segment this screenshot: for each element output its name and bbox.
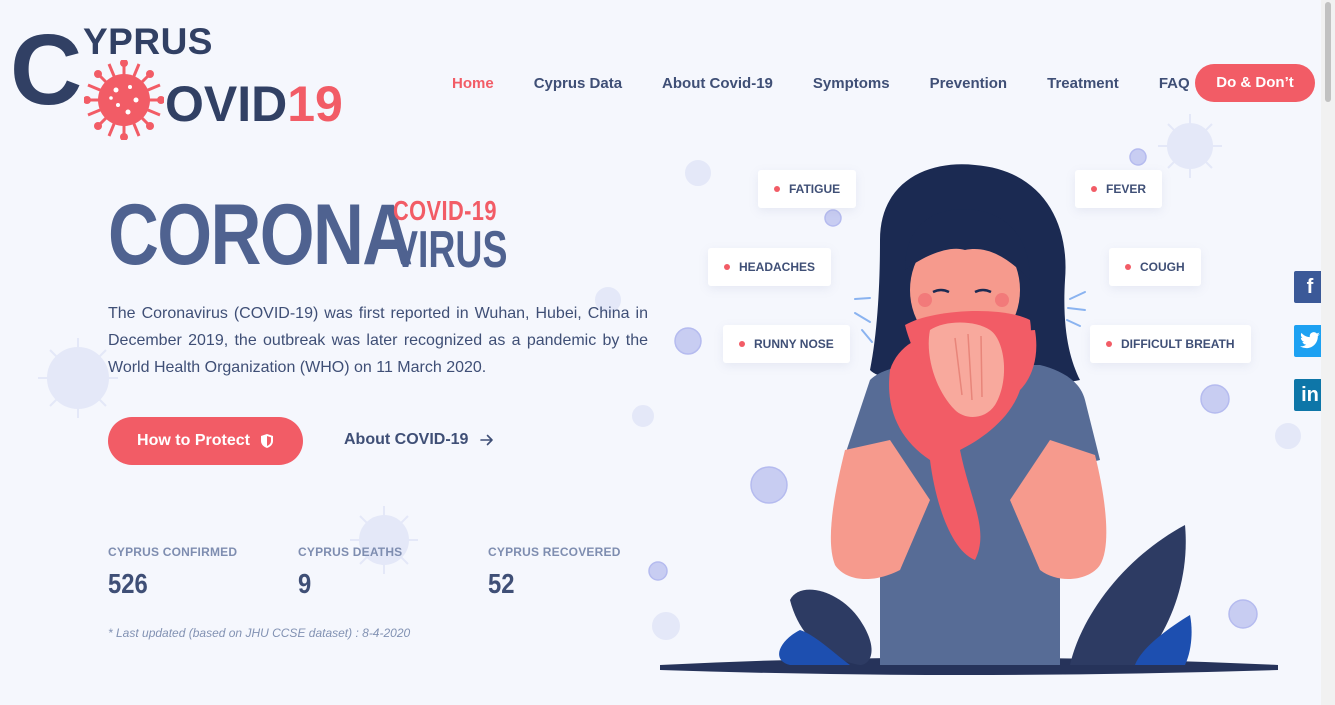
symptom-label: DIFFICULT BREATH [1121, 337, 1235, 351]
last-updated-note: * Last updated (based on JHU CCSE datase… [108, 626, 411, 640]
bullet-dot-icon [724, 264, 730, 270]
logo-word-cyprus: YPRUS [83, 21, 213, 62]
bullet-dot-icon [774, 186, 780, 192]
nav-treatment[interactable]: Treatment [1047, 64, 1119, 104]
how-to-protect-button[interactable]: How to Protect [108, 417, 303, 465]
hero-title-virus: VIRUS [393, 221, 508, 279]
nav-about-covid[interactable]: About Covid-19 [662, 64, 773, 104]
about-covid-label: About COVID-19 [344, 431, 469, 448]
nav-faq[interactable]: FAQ [1159, 64, 1190, 104]
stat-deaths-value: 9 [298, 568, 312, 599]
bullet-dot-icon [1106, 341, 1112, 347]
symptom-label: FATIGUE [789, 182, 841, 196]
main-nav: Home Cyprus Data About Covid-19 Symptoms… [452, 64, 1315, 104]
nav-prevention[interactable]: Prevention [930, 64, 1008, 104]
logo-number: 19 [287, 76, 343, 132]
nav-cyprus-data[interactable]: Cyprus Data [534, 64, 622, 104]
symptom-runny-nose: RUNNY NOSE [723, 325, 850, 363]
hero-title-corona: CORONA [108, 187, 413, 283]
bullet-dot-icon [1125, 264, 1131, 270]
stat-recovered-label: CYPRUS RECOVERED [488, 545, 621, 559]
symptom-difficult-breath: DIFFICULT BREATH [1090, 325, 1251, 363]
nav-home[interactable]: Home [452, 64, 494, 104]
virus-logo-icon [84, 60, 164, 140]
logo-letter-c: C [10, 14, 83, 126]
nav-symptoms[interactable]: Symptoms [813, 64, 890, 104]
stat-recovered-value: 52 [488, 568, 515, 599]
symptom-label: COUGH [1140, 260, 1185, 274]
symptom-fatigue: FATIGUE [758, 170, 857, 208]
symptom-fever: FEVER [1075, 170, 1163, 208]
hero-intro-text: The Coronavirus (COVID-19) was first rep… [108, 305, 648, 376]
logo-word-ovid: OVID [165, 76, 288, 132]
logo-word-covid: OVID19 [165, 76, 343, 132]
stat-confirmed-label: CYPRUS CONFIRMED [108, 545, 238, 559]
do-and-dont-button[interactable]: Do & Don’t [1195, 64, 1315, 102]
stat-deaths: CYPRUS DEATHS 9 [298, 545, 402, 600]
stat-deaths-label: CYPRUS DEATHS [298, 545, 403, 559]
stat-recovered: CYPRUS RECOVERED 52 [488, 545, 621, 600]
arrow-right-icon [480, 434, 494, 446]
stat-confirmed: CYPRUS CONFIRMED 526 [108, 545, 237, 600]
site-logo[interactable]: C YPRUS OVID19 [10, 14, 370, 140]
twitter-bird-icon [1300, 332, 1320, 349]
shield-icon [260, 434, 273, 448]
symptom-cough: COUGH [1109, 248, 1201, 286]
scrollbar-thumb[interactable] [1325, 2, 1331, 102]
symptom-label: RUNNY NOSE [754, 337, 834, 351]
how-to-protect-label: How to Protect [137, 432, 250, 449]
symptom-headaches: HEADACHES [708, 248, 832, 286]
bullet-dot-icon [1091, 186, 1097, 192]
about-covid-link[interactable]: About COVID-19 [344, 428, 494, 452]
page-scrollbar[interactable] [1321, 0, 1335, 705]
stat-confirmed-value: 526 [108, 568, 148, 599]
symptom-label: FEVER [1106, 182, 1147, 196]
bullet-dot-icon [739, 341, 745, 347]
woman-coughing-illustration [660, 164, 1278, 675]
symptom-label: HEADACHES [739, 260, 816, 274]
